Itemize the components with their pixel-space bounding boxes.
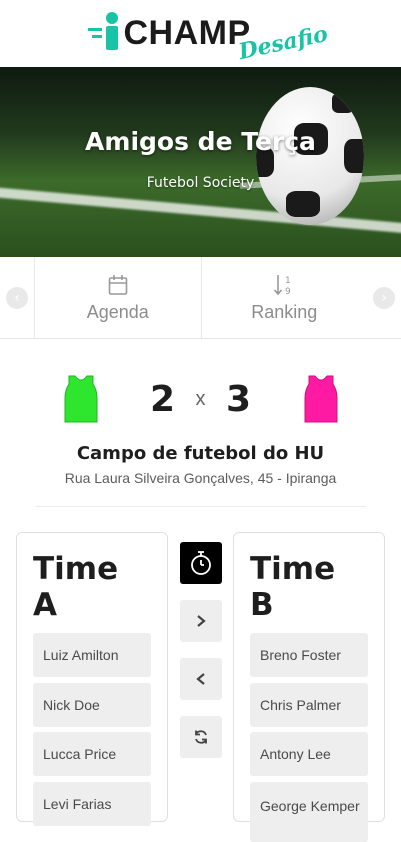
venue-address: Rua Laura Silveira Gonçalves, 45 - Ipira… (64, 470, 337, 486)
sort-numeric-icon: 1 9 (273, 272, 295, 298)
team-a-score: 2 (149, 378, 176, 420)
team-b-card: Time B Breno Foster Chris Palmer Antony … (233, 532, 385, 842)
stopwatch-icon (191, 551, 211, 575)
player-item[interactable]: Chris Palmer (250, 682, 368, 727)
player-item[interactable]: George Kemper (250, 781, 368, 842)
svg-text:1: 1 (285, 276, 291, 286)
calendar-icon (108, 272, 128, 298)
player-item[interactable]: Lucca Price (33, 732, 151, 776)
move-player-left-button[interactable] (180, 658, 222, 700)
tabs-prev-button[interactable]: ‹ (0, 257, 34, 338)
tab-agenda[interactable]: Agenda (34, 257, 201, 338)
tabs-next-button[interactable]: › (367, 257, 401, 338)
score-separator: x (195, 387, 206, 410)
player-item[interactable]: Luiz Amilton (33, 633, 151, 677)
chevron-left-icon: ‹ (6, 286, 28, 309)
player-item[interactable]: Nick Doe (33, 682, 151, 727)
venue-name: Campo de futebol do HU (76, 443, 325, 464)
event-title: Amigos de Terça (85, 127, 316, 156)
timer-button[interactable] (180, 542, 222, 584)
soccer-ball-image (256, 87, 364, 225)
teams-section: Time A Luiz Amilton Nick Doe Lucca Price… (16, 532, 386, 842)
player-item[interactable]: Levi Farias (33, 781, 151, 826)
logo-runner-icon (87, 11, 118, 50)
divider (35, 506, 366, 507)
team-controls (180, 542, 222, 774)
tab-label: Agenda (86, 302, 149, 322)
section-tabs: ‹ Agenda 1 9 Ranking › (0, 257, 401, 339)
team-a-card: Time A Luiz Amilton Nick Doe Lucca Price… (16, 532, 168, 826)
team-b-jersey-icon (304, 375, 337, 423)
team-b-score: 3 (225, 378, 252, 420)
tab-label: Ranking (251, 302, 318, 322)
move-player-right-button[interactable] (180, 600, 222, 642)
player-item[interactable]: Breno Foster (250, 633, 368, 677)
shuffle-teams-button[interactable] (180, 716, 222, 758)
app-header: CHAMP Desafio (0, 0, 401, 67)
chevron-right-icon: › (373, 286, 395, 309)
chevron-right-icon (197, 615, 206, 627)
team-b-name: Time B (250, 551, 336, 623)
event-hero-banner: Amigos de Terça Futebol Society (0, 67, 401, 257)
brand-name: CHAMP (123, 13, 251, 52)
tab-ranking[interactable]: 1 9 Ranking (200, 257, 368, 338)
match-summary: 2 x 3 Campo de futebol do HU Rua Laura S… (0, 339, 401, 507)
svg-text:9: 9 (285, 287, 291, 297)
scoreboard: 2 x 3 (0, 369, 401, 429)
refresh-icon (195, 730, 207, 744)
chevron-left-icon (196, 673, 205, 685)
team-a-jersey-icon (64, 375, 97, 423)
event-subtitle: Futebol Society (146, 175, 255, 191)
player-item[interactable]: Antony Lee (250, 732, 368, 776)
app-logo[interactable]: CHAMP Desafio (86, 8, 330, 65)
team-a-name: Time A (33, 551, 119, 623)
